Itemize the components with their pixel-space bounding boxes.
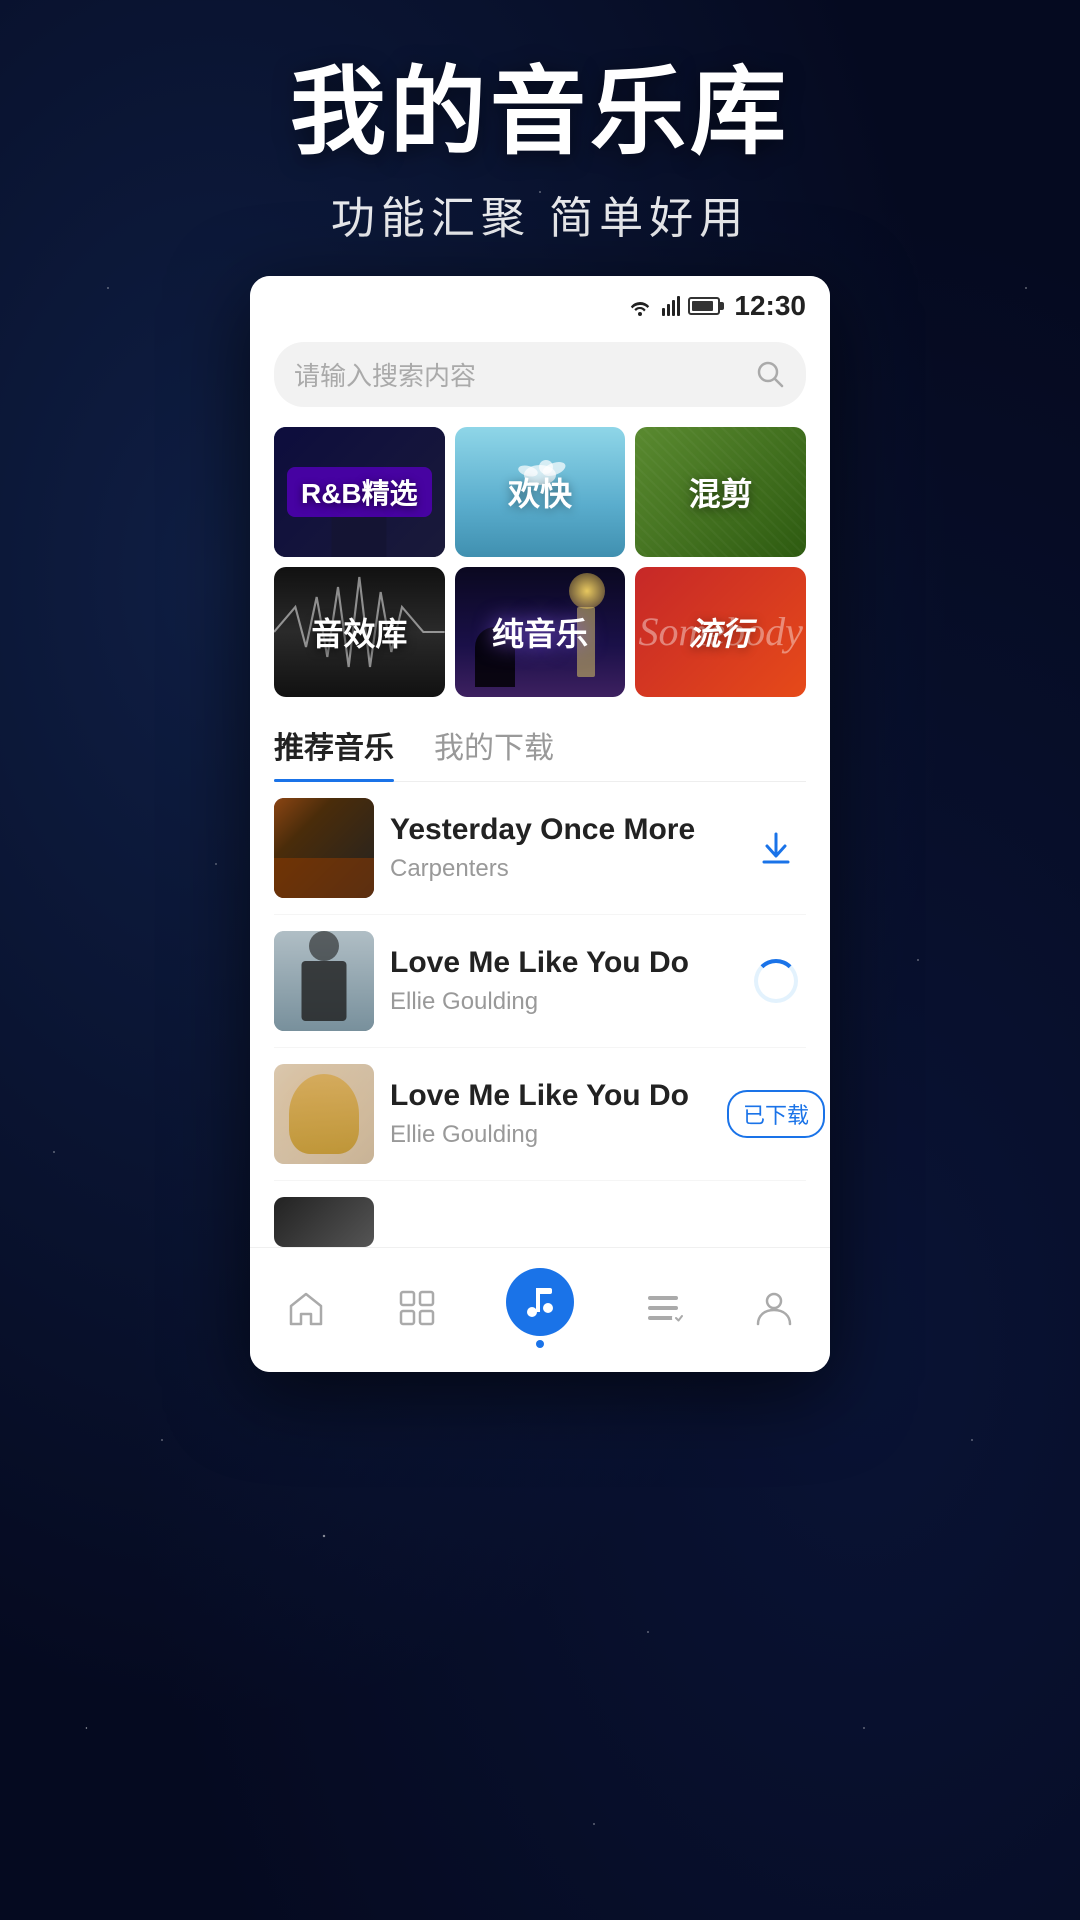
home-icon bbox=[284, 1286, 328, 1330]
wifi-icon bbox=[626, 296, 654, 316]
category-label-happy: 欢快 bbox=[455, 427, 626, 557]
song-thumb-1 bbox=[274, 798, 374, 898]
battery-icon bbox=[688, 297, 720, 315]
category-item-pure[interactable]: 纯音乐 bbox=[455, 567, 626, 697]
search-icon[interactable] bbox=[754, 358, 786, 390]
app-frame: 12:30 请输入搜索内容 R&B精选 bbox=[250, 276, 830, 1372]
tab-recommend[interactable]: 推荐音乐 bbox=[274, 723, 394, 781]
category-label-rnb: R&B精选 bbox=[274, 427, 445, 557]
song-item-1: Yesterday Once More Carpenters bbox=[274, 782, 806, 915]
tab-downloads[interactable]: 我的下载 bbox=[434, 723, 554, 781]
song-info-2: Love Me Like You Do Ellie Goulding bbox=[390, 946, 730, 1016]
category-grid: R&B精选 欢快 混剪 bbox=[250, 427, 830, 713]
song-action-3[interactable]: 已下载 bbox=[746, 1090, 806, 1138]
song-info-3: Love Me Like You Do Ellie Goulding bbox=[390, 1079, 730, 1149]
song-artist-2: Ellie Goulding bbox=[390, 988, 730, 1016]
search-placeholder-text: 请输入搜索内容 bbox=[294, 356, 744, 393]
song-item-2: Love Me Like You Do Ellie Goulding bbox=[274, 915, 806, 1048]
music-nav-dot bbox=[536, 1340, 544, 1348]
bottom-nav bbox=[250, 1247, 830, 1372]
song-title-1: Yesterday Once More bbox=[390, 813, 730, 847]
category-item-pop[interactable]: Somebody 流行 bbox=[635, 567, 806, 697]
category-item-mix[interactable]: 混剪 bbox=[635, 427, 806, 557]
search-section: 请输入搜索内容 bbox=[250, 332, 830, 427]
main-title: 我的音乐库 bbox=[0, 60, 1080, 166]
category-label-pure: 纯音乐 bbox=[455, 567, 626, 697]
nav-item-home[interactable] bbox=[264, 1280, 348, 1336]
song-item-3: Love Me Like You Do Ellie Goulding 已下载 bbox=[274, 1048, 806, 1181]
song-thumb-3 bbox=[274, 1064, 374, 1164]
nav-item-grid[interactable] bbox=[375, 1280, 459, 1336]
song-action-2 bbox=[746, 959, 806, 1003]
header-area: 我的音乐库 功能汇聚 简单好用 bbox=[0, 0, 1080, 276]
music-icon bbox=[506, 1268, 574, 1336]
song-title-2: Love Me Like You Do bbox=[390, 946, 730, 980]
search-bar[interactable]: 请输入搜索内容 bbox=[274, 342, 806, 407]
song-title-3: Love Me Like You Do bbox=[390, 1079, 730, 1113]
category-item-happy[interactable]: 欢快 bbox=[455, 427, 626, 557]
downloaded-badge-3[interactable]: 已下载 bbox=[727, 1090, 825, 1138]
loading-spinner-2 bbox=[754, 959, 798, 1003]
nav-item-user[interactable] bbox=[732, 1280, 816, 1336]
song-artist-3: Ellie Goulding bbox=[390, 1121, 730, 1149]
user-icon bbox=[752, 1286, 796, 1330]
grid-icon bbox=[395, 1286, 439, 1330]
status-time: 12:30 bbox=[734, 290, 806, 322]
category-label-mix: 混剪 bbox=[635, 427, 806, 557]
song-thumb-4-partial bbox=[274, 1197, 374, 1247]
status-icons bbox=[626, 296, 720, 316]
category-label-pop: 流行 bbox=[635, 567, 806, 697]
category-item-sfx[interactable]: 音效库 bbox=[274, 567, 445, 697]
category-label-sfx: 音效库 bbox=[274, 567, 445, 697]
signal-icon bbox=[662, 296, 680, 316]
song-artist-1: Carpenters bbox=[390, 855, 730, 883]
song-item-4-partial bbox=[274, 1181, 806, 1247]
song-list: Yesterday Once More Carpenters bbox=[250, 782, 830, 1247]
list-icon bbox=[641, 1286, 685, 1330]
nav-item-list[interactable] bbox=[621, 1280, 705, 1336]
nav-item-music[interactable] bbox=[486, 1262, 594, 1354]
download-icon-1[interactable] bbox=[754, 826, 798, 870]
tabs: 推荐音乐 我的下载 bbox=[274, 723, 806, 782]
song-thumb-2 bbox=[274, 931, 374, 1031]
song-info-1: Yesterday Once More Carpenters bbox=[390, 813, 730, 883]
status-bar: 12:30 bbox=[250, 276, 830, 332]
tab-section: 推荐音乐 我的下载 bbox=[250, 713, 830, 782]
sub-title: 功能汇聚 简单好用 bbox=[0, 182, 1080, 246]
song-action-1[interactable] bbox=[746, 826, 806, 870]
category-item-rnb[interactable]: R&B精选 bbox=[274, 427, 445, 557]
